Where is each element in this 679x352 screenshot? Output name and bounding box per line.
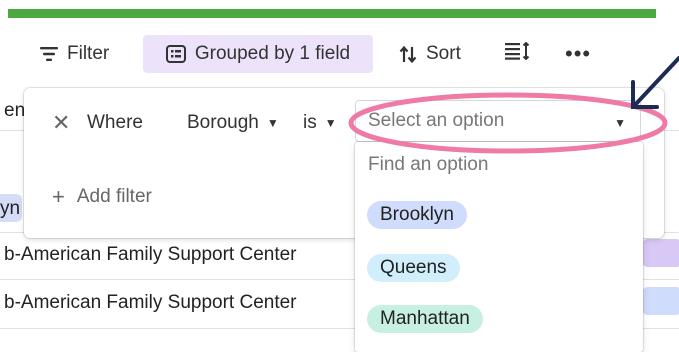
partial-chip-text: yn [0,198,21,219]
option-queens[interactable]: Queens [367,254,460,282]
where-label: Where [87,112,143,133]
sort-label: Sort [426,43,461,64]
sort-icon [399,45,417,63]
grouped-button[interactable]: Grouped by 1 field [143,35,373,73]
row-height-icon [505,41,531,66]
value-placeholder: Select an option [368,110,505,131]
partial-right-chip [642,287,679,315]
filter-icon [40,47,58,61]
add-filter-button[interactable]: + Add filter [52,184,152,210]
value-select[interactable]: Select an option ▼ [355,100,641,142]
group-icon [165,45,186,63]
caret-down-icon: ▼ [266,116,279,130]
partial-right-chip [642,239,679,267]
remove-condition-close-icon[interactable]: ✕ [52,110,70,136]
more-icon: ••• [565,41,592,66]
plus-icon: + [52,184,65,209]
options-dropdown: Find an option Brooklyn Queens Manhattan [355,142,643,352]
table-row[interactable]: b-American Family Support Center [4,292,297,314]
top-color-bar [8,9,656,18]
operator-label: is [303,112,317,133]
sort-button[interactable]: Sort [399,36,461,72]
operator-selector[interactable]: is ▼ [303,112,337,134]
add-filter-label: Add filter [76,186,152,207]
caret-down-icon: ▼ [324,116,337,130]
more-options-button[interactable]: ••• [565,36,591,72]
caret-down-icon: ▼ [614,116,626,130]
option-search-input[interactable]: Find an option [368,154,488,176]
option-manhattan[interactable]: Manhattan [367,305,483,333]
partial-cell-text: en [4,100,26,121]
row-height-button[interactable] [505,36,531,72]
field-selector[interactable]: Borough ▼ [187,112,279,134]
option-brooklyn[interactable]: Brooklyn [367,201,467,229]
grouped-label: Grouped by 1 field [194,43,351,64]
field-label: Borough [187,112,259,133]
table-row[interactable]: b-American Family Support Center [4,244,297,266]
filter-button[interactable]: Filter [40,36,109,72]
filter-label: Filter [67,43,110,64]
